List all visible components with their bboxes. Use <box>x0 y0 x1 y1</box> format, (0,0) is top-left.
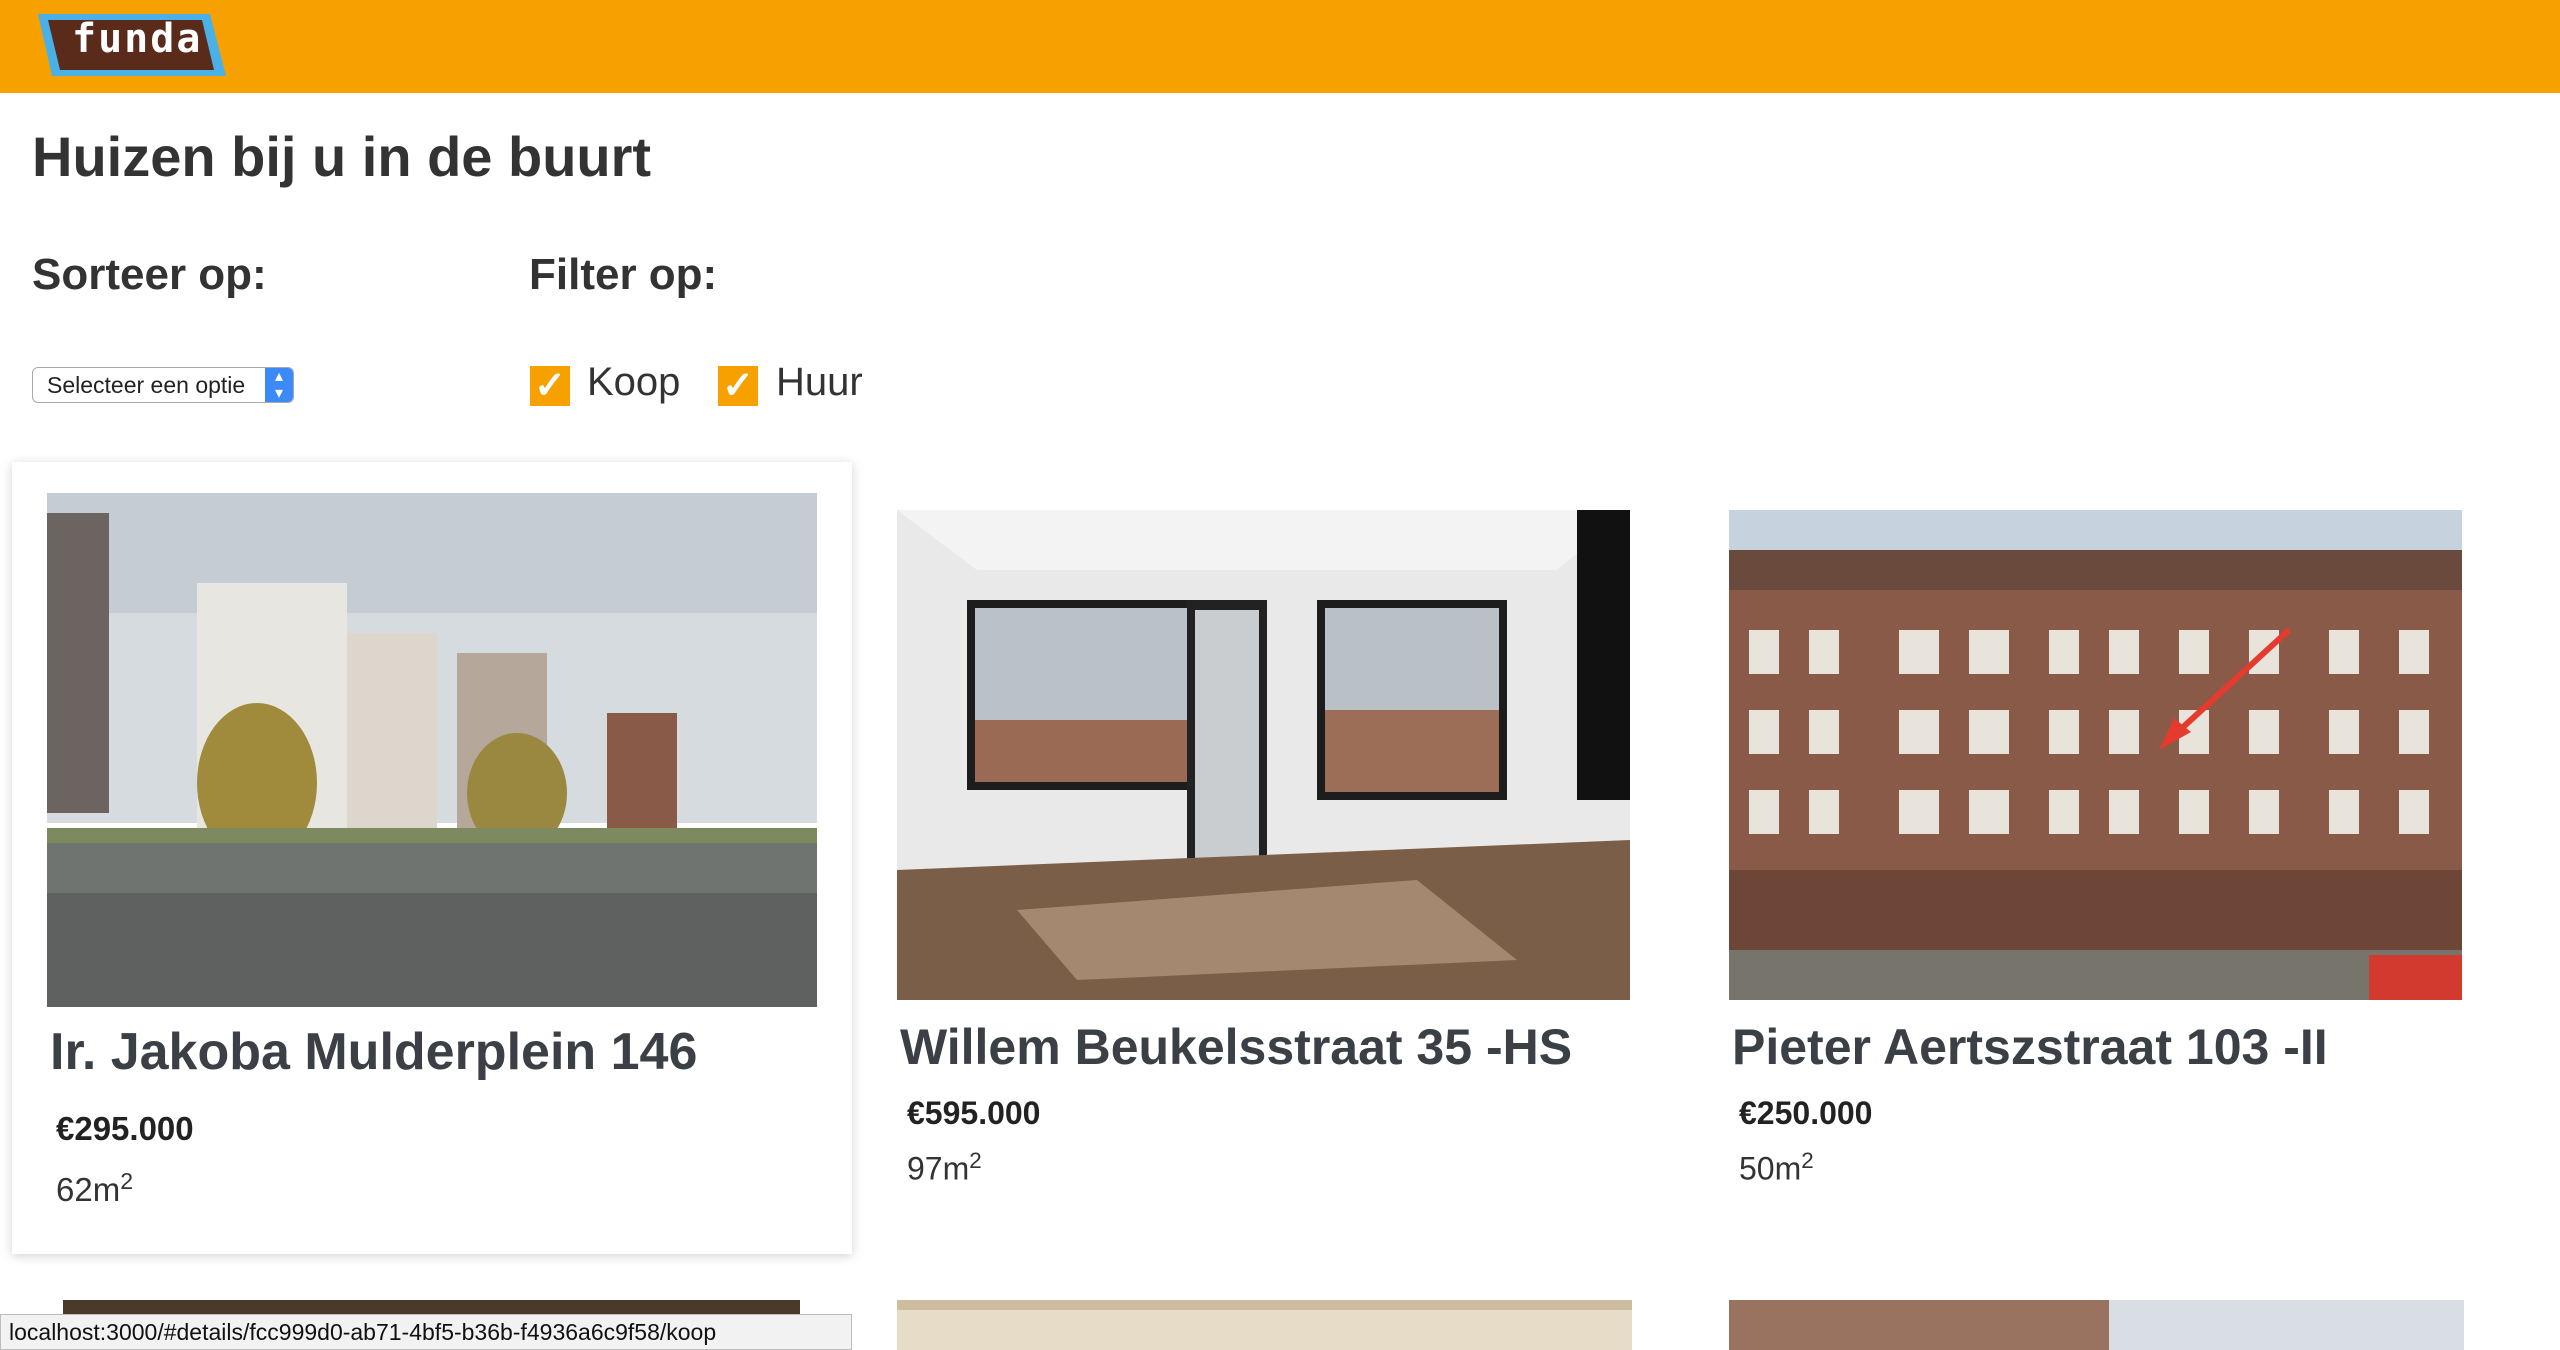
listing-photo-image <box>1729 510 2462 1000</box>
listing-photo <box>1729 510 2462 1000</box>
filter-label: Filter op: <box>529 250 718 299</box>
listing-area-value: 97m <box>907 1150 970 1187</box>
listing-area: 50m2 <box>1739 1148 1814 1188</box>
koop-checkbox[interactable]: ✓ <box>530 366 570 406</box>
listing-price: €295.000 <box>56 1110 194 1147</box>
listing-price: €595.000 <box>907 1095 1041 1131</box>
listing-card[interactable]: Willem Beukelsstraat 35 -HS €595.000 97m… <box>880 480 1660 1240</box>
listing-photo-image <box>897 510 1630 1000</box>
listing-card[interactable]: Pieter Aertszstraat 103 -II €250.000 50m… <box>1712 480 2492 1240</box>
listing-address[interactable]: Pieter Aertszstraat 103 -II <box>1732 1018 2328 1076</box>
logo-text: funda <box>72 16 203 62</box>
listing-photo-image <box>1729 1300 2464 1350</box>
listing-area-value: 50m <box>1739 1150 1802 1187</box>
listing-area-unit: 2 <box>1801 1148 1814 1173</box>
status-bar-url: localhost:3000/#details/fcc999d0-ab71-4b… <box>0 1314 852 1350</box>
listing-photo <box>47 493 817 1007</box>
listing-address[interactable]: Willem Beukelsstraat 35 -HS <box>900 1018 1572 1076</box>
listing-area: 62m2 <box>56 1168 133 1209</box>
page-title: Huizen bij u in de buurt <box>32 125 652 188</box>
listing-area-value: 62m <box>56 1171 121 1208</box>
huur-checkbox[interactable]: ✓ <box>718 366 758 406</box>
listing-photo-image <box>897 1300 1632 1350</box>
sort-label: Sorteer op: <box>32 250 267 299</box>
listing-address[interactable]: Ir. Jakoba Mulderplein 146 <box>50 1022 697 1082</box>
listing-price: €250.000 <box>1739 1095 1873 1131</box>
koop-label: Koop <box>587 360 681 404</box>
top-header: funda <box>0 0 2560 93</box>
listing-area-unit: 2 <box>969 1148 982 1173</box>
listing-photo[interactable] <box>897 1300 1632 1350</box>
listing-photo <box>897 510 1630 1000</box>
listing-photo-image <box>47 493 817 1007</box>
huur-label: Huur <box>776 360 863 404</box>
listing-area-unit: 2 <box>120 1168 134 1194</box>
sort-select[interactable]: Selecteer een optie ▴ ▾ <box>32 367 294 403</box>
listing-photo[interactable] <box>1729 1300 2464 1350</box>
listing-card[interactable]: Ir. Jakoba Mulderplein 146 €295.000 62m2 <box>12 462 852 1254</box>
sort-select-value: Selecteer een optie <box>47 372 246 398</box>
listing-area: 97m2 <box>907 1148 982 1188</box>
select-arrows-icon: ▴ ▾ <box>265 368 293 402</box>
